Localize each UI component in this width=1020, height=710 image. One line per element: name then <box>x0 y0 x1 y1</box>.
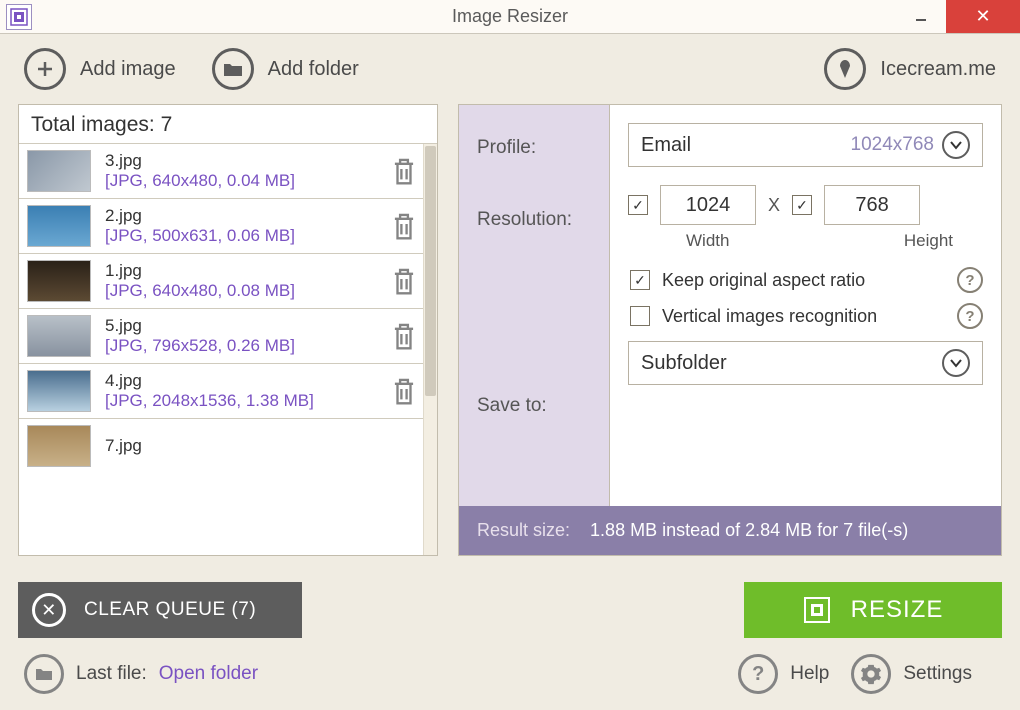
file-name: 5.jpg <box>105 316 391 336</box>
times-label: X <box>768 195 780 216</box>
vertical-recognition-label: Vertical images recognition <box>662 306 945 327</box>
titlebar: Image Resizer ✕ <box>0 0 1020 34</box>
file-name: 3.jpg <box>105 151 391 171</box>
height-input[interactable] <box>824 185 920 225</box>
settings-panel: Profile: Resolution: Save to: Email 1024… <box>458 104 1002 556</box>
queue-header: Total images: 7 <box>19 105 437 144</box>
file-name: 7.jpg <box>105 436 429 456</box>
resize-button[interactable]: RESIZE <box>744 582 1002 638</box>
file-meta: [JPG, 500x631, 0.06 MB] <box>105 226 391 246</box>
queue-list: 3.jpg [JPG, 640x480, 0.04 MB] 2.jpg [JPG… <box>19 144 437 555</box>
thumbnail <box>27 150 91 192</box>
help-button[interactable]: ? Help <box>738 654 829 694</box>
resize-icon <box>803 596 831 624</box>
profile-value: Email <box>641 134 691 157</box>
width-label: Width <box>686 231 729 251</box>
gear-icon <box>851 654 891 694</box>
help-icon: ? <box>738 654 778 694</box>
queue-panel: Total images: 7 3.jpg [JPG, 640x480, 0.0… <box>18 104 438 556</box>
chevron-down-icon <box>942 349 970 377</box>
minimize-button[interactable] <box>896 0 946 33</box>
brand-label: Icecream.me <box>880 58 996 81</box>
file-name: 2.jpg <box>105 206 391 226</box>
window-controls: ✕ <box>896 0 1020 33</box>
chevron-down-icon <box>942 131 970 159</box>
delete-icon[interactable] <box>391 266 417 296</box>
thumbnail <box>27 205 91 247</box>
file-meta: [JPG, 2048x1536, 1.38 MB] <box>105 391 391 411</box>
height-label: Height <box>904 231 953 251</box>
scrollbar[interactable] <box>423 144 437 555</box>
profile-label: Profile: <box>477 129 609 201</box>
saveto-dropdown[interactable]: Subfolder <box>628 341 983 385</box>
add-image-label: Add image <box>80 58 176 81</box>
keep-ratio-checkbox[interactable] <box>630 270 650 290</box>
help-label: Help <box>790 663 829 685</box>
clear-queue-label: CLEAR QUEUE (7) <box>84 599 256 621</box>
queue-header-prefix: Total images: <box>31 113 161 136</box>
add-folder-button[interactable]: Add folder <box>212 48 359 90</box>
queue-total: 7 <box>161 113 173 136</box>
list-item[interactable]: 3.jpg [JPG, 640x480, 0.04 MB] <box>19 144 437 199</box>
add-image-button[interactable]: Add image <box>24 48 176 90</box>
delete-icon[interactable] <box>391 156 417 186</box>
file-meta: [JPG, 640x480, 0.04 MB] <box>105 171 391 191</box>
result-label: Result size: <box>477 520 570 541</box>
width-checkbox[interactable] <box>628 195 648 215</box>
openfolder-link[interactable]: Open folder <box>159 663 258 685</box>
thumbnail <box>27 260 91 302</box>
saveto-value: Subfolder <box>641 352 727 375</box>
height-checkbox[interactable] <box>792 195 812 215</box>
lastfile-label: Last file: <box>76 663 147 685</box>
last-file-button[interactable]: Last file: Open folder <box>24 654 258 694</box>
folder-icon <box>212 48 254 90</box>
list-item[interactable]: 4.jpg [JPG, 2048x1536, 1.38 MB] <box>19 364 437 419</box>
close-button[interactable]: ✕ <box>946 0 1020 33</box>
icecream-icon <box>824 48 866 90</box>
scroll-thumb[interactable] <box>425 146 436 396</box>
list-item[interactable]: 1.jpg [JPG, 640x480, 0.08 MB] <box>19 254 437 309</box>
app-icon <box>6 4 32 30</box>
settings-label: Settings <box>903 663 972 685</box>
brand-link[interactable]: Icecream.me <box>824 48 996 90</box>
resolution-label: Resolution: <box>477 201 609 331</box>
result-bar: Result size: 1.88 MB instead of 2.84 MB … <box>459 506 1001 555</box>
delete-icon[interactable] <box>391 376 417 406</box>
thumbnail <box>27 315 91 357</box>
help-icon[interactable]: ? <box>957 267 983 293</box>
toolbar: Add image Add folder Icecream.me <box>0 34 1020 104</box>
plus-icon <box>24 48 66 90</box>
clear-queue-button[interactable]: ✕ CLEAR QUEUE (7) <box>18 582 302 638</box>
thumbnail <box>27 370 91 412</box>
profile-dimensions: 1024x768 <box>851 134 934 156</box>
help-icon[interactable]: ? <box>957 303 983 329</box>
thumbnail <box>27 425 91 467</box>
add-folder-label: Add folder <box>268 58 359 81</box>
file-name: 4.jpg <box>105 371 391 391</box>
result-text: 1.88 MB instead of 2.84 MB for 7 file(-s… <box>590 520 908 541</box>
folder-icon <box>24 654 64 694</box>
saveto-label: Save to: <box>477 331 609 417</box>
profile-dropdown[interactable]: Email 1024x768 <box>628 123 983 167</box>
vertical-recognition-checkbox[interactable] <box>630 306 650 326</box>
delete-icon[interactable] <box>391 211 417 241</box>
settings-button[interactable]: Settings <box>851 654 972 694</box>
file-name: 1.jpg <box>105 261 391 281</box>
file-meta: [JPG, 640x480, 0.08 MB] <box>105 281 391 301</box>
close-icon: ✕ <box>32 593 66 627</box>
keep-ratio-label: Keep original aspect ratio <box>662 270 945 291</box>
list-item[interactable]: 5.jpg [JPG, 796x528, 0.26 MB] <box>19 309 437 364</box>
resize-label: RESIZE <box>851 596 944 624</box>
list-item[interactable]: 7.jpg <box>19 419 437 473</box>
window-title: Image Resizer <box>452 6 568 27</box>
delete-icon[interactable] <box>391 321 417 351</box>
width-input[interactable] <box>660 185 756 225</box>
footer: Last file: Open folder ? Help Settings <box>0 638 1020 710</box>
file-meta: [JPG, 796x528, 0.26 MB] <box>105 336 391 356</box>
list-item[interactable]: 2.jpg [JPG, 500x631, 0.06 MB] <box>19 199 437 254</box>
